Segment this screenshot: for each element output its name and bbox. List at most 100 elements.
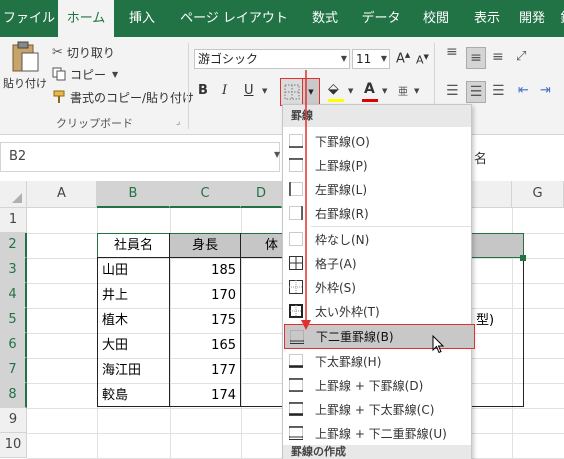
font-name-dropdown-icon: ▼: [340, 54, 347, 63]
font-size-dropdown-icon: ▼: [380, 54, 387, 63]
align-right-icon[interactable]: ☰: [492, 83, 505, 99]
cell-b7[interactable]: 海江田: [98, 359, 169, 384]
fill-handle[interactable]: [520, 255, 526, 261]
tab-review[interactable]: 校閲: [410, 0, 462, 37]
menu-item-top-double-bottom-border[interactable]: 上罫線 + 下二重罫線(U): [283, 421, 471, 445]
align-left-icon[interactable]: ☰: [446, 83, 459, 99]
format-painter-label: 書式のコピー/貼り付け: [70, 90, 195, 105]
paste-button[interactable]: 貼り付け: [3, 41, 47, 97]
fill-color-icon[interactable]: ⬙: [328, 81, 339, 97]
row-header-3[interactable]: 3: [0, 258, 27, 283]
decrease-font-size-icon[interactable]: A▼: [416, 53, 429, 67]
underline-dropdown-icon[interactable]: ▼: [262, 87, 267, 95]
cell-b2[interactable]: 社員名: [98, 234, 169, 259]
row-header-1[interactable]: 1: [0, 208, 27, 233]
row-header-9[interactable]: 9: [0, 408, 27, 433]
cell-b3[interactable]: 山田: [98, 259, 169, 284]
ribbon-tab-bar: ファイル ホーム 挿入 ページ レイアウト 数式 データ 校閲 表示 開発 錦: [0, 0, 564, 38]
tab-home[interactable]: ホーム: [58, 0, 114, 38]
cell-b6[interactable]: 大田: [98, 334, 169, 359]
formula-bar-content[interactable]: 名: [474, 148, 487, 167]
menu-item-label: 太い外枠(T): [315, 304, 380, 319]
row-header-8[interactable]: 8: [0, 383, 27, 408]
cell-c7[interactable]: 177: [170, 359, 240, 384]
font-size-combo[interactable]: 11 ▼: [352, 49, 390, 69]
copy-button[interactable]: コピー ▼: [52, 65, 118, 83]
cell-b5[interactable]: 植木: [98, 309, 169, 334]
column-header-c[interactable]: C: [170, 181, 241, 208]
increase-indent-icon[interactable]: ⇥: [540, 83, 551, 98]
cell-c6[interactable]: 165: [170, 334, 240, 359]
align-center-icon[interactable]: ☰: [466, 81, 486, 103]
row-header-5[interactable]: 5: [0, 308, 27, 333]
italic-button[interactable]: I: [222, 83, 227, 98]
cut-label: 切り取り: [66, 45, 115, 60]
phonetic-icon[interactable]: 亜: [398, 83, 408, 98]
name-box-dropdown-icon[interactable]: ▼: [274, 150, 280, 159]
top-thick-bottom-border-icon: [289, 402, 303, 416]
cut-button[interactable]: ✂ 切り取り: [52, 43, 115, 61]
row-header-10[interactable]: 10: [0, 433, 27, 458]
cell-b4[interactable]: 井上: [98, 284, 169, 309]
tab-more[interactable]: 錦: [552, 0, 564, 37]
column-header-b[interactable]: B: [97, 181, 170, 208]
row-header-7[interactable]: 7: [0, 358, 27, 383]
copy-icon: [52, 67, 66, 81]
decrease-indent-icon[interactable]: ⇤: [518, 83, 529, 98]
tab-formulas[interactable]: 数式: [298, 0, 352, 37]
cell-c8[interactable]: 174: [170, 384, 240, 409]
column-header-a[interactable]: A: [27, 181, 97, 208]
menu-item-label: 上罫線 + 下太罫線(C): [315, 402, 435, 417]
tab-view[interactable]: 表示: [462, 0, 512, 37]
align-middle-icon[interactable]: ≡: [466, 47, 486, 69]
cell-d2[interactable]: 体: [241, 234, 282, 259]
tab-insert[interactable]: 挿入: [114, 0, 170, 37]
align-bottom-icon[interactable]: ≡: [492, 49, 504, 65]
cell-c5[interactable]: 175: [170, 309, 240, 334]
row-header-6[interactable]: 6: [0, 333, 27, 358]
menu-item-top-bottom-border[interactable]: 上罫線 + 下罫線(D): [283, 373, 471, 397]
phonetic-dropdown-icon[interactable]: ▼: [414, 87, 419, 95]
column-header-g[interactable]: G: [512, 181, 564, 208]
name-box[interactable]: B2: [0, 142, 280, 172]
cell-c4[interactable]: 170: [170, 284, 240, 309]
format-painter-button[interactable]: 書式のコピー/貼り付け: [52, 88, 194, 106]
menu-item-label: 格子(A): [315, 256, 357, 271]
paste-label: 貼り付け: [3, 77, 47, 90]
cell-c2[interactable]: 身長: [170, 234, 240, 259]
menu-item-label: 下二重罫線(B): [316, 330, 394, 344]
fill-color-dropdown-icon[interactable]: ▼: [348, 87, 353, 95]
bold-button[interactable]: B: [198, 83, 208, 98]
table-col-divider: [240, 233, 241, 407]
annotation-arrow: [301, 70, 311, 330]
tab-developer[interactable]: 開発: [512, 0, 552, 37]
top-bottom-border-icon: [289, 378, 303, 392]
menu-item-top-thick-bottom-border[interactable]: 上罫線 + 下太罫線(C): [283, 397, 471, 421]
select-all-corner[interactable]: [0, 181, 27, 208]
underline-button[interactable]: U: [244, 83, 254, 98]
increase-font-size-icon[interactable]: A▲: [396, 51, 410, 66]
cell-b8[interactable]: 較島: [98, 384, 169, 409]
column-header-d[interactable]: D: [241, 181, 282, 208]
copy-dropdown-icon[interactable]: ▼: [112, 70, 118, 79]
font-color-dropdown-icon[interactable]: ▼: [382, 87, 387, 95]
menu-item-bottom-double-border[interactable]: 下二重罫線(B): [284, 324, 475, 349]
menu-item-label: 枠なし(N): [315, 232, 370, 247]
font-color-button[interactable]: A: [364, 81, 375, 97]
align-top-icon[interactable]: ≡: [446, 45, 458, 59]
cell-c3[interactable]: 185: [170, 259, 240, 284]
tab-page-layout[interactable]: ページ レイアウト: [170, 0, 298, 37]
tab-data[interactable]: データ: [352, 0, 410, 37]
font-name-combo[interactable]: 游ゴシック ▼: [194, 49, 350, 69]
row-header-4[interactable]: 4: [0, 283, 27, 308]
scissors-icon: ✂: [52, 44, 63, 60]
column-header-f[interactable]: [472, 181, 512, 208]
tab-file[interactable]: ファイル: [0, 0, 58, 37]
font-color-swatch: [362, 99, 378, 102]
row-header-2[interactable]: 2: [0, 233, 27, 258]
orientation-icon[interactable]: ⤢: [516, 49, 526, 64]
clipboard-group-label: クリップボード: [56, 117, 133, 130]
dialog-launcher-icon[interactable]: ⌟: [176, 117, 180, 127]
cell-f5-overflow[interactable]: 型): [472, 309, 512, 334]
menu-item-label: 上罫線 + 下二重罫線(U): [315, 426, 447, 441]
